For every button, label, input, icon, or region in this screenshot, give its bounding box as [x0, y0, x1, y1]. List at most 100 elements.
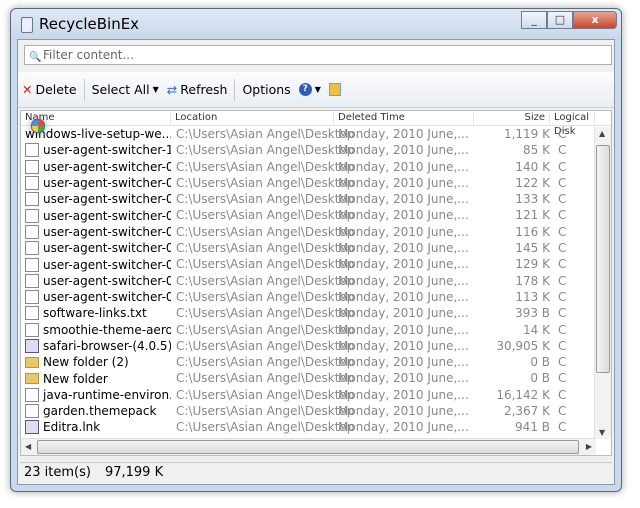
cell-location: C:\Users\Asian Angel\Desktop: [176, 224, 355, 239]
column-location[interactable]: Location: [171, 111, 334, 125]
cell-disk: C: [558, 159, 567, 174]
help-icon: ?: [298, 83, 312, 96]
cell-deleted-time: Monday, 2010 June,...: [338, 404, 469, 419]
cell-size: 113 K: [515, 289, 550, 304]
cell-location: C:\Users\Asian Angel\Desktop: [176, 338, 355, 353]
select-all-button[interactable]: Select All ▼: [88, 82, 163, 97]
cell-deleted-time: Monday, 2010 June,...: [338, 224, 469, 239]
table-row[interactable]: user-agent-switcher-0... C:\Users\Asian …: [21, 191, 611, 207]
table-row[interactable]: user-agent-switcher-0... C:\Users\Asian …: [21, 224, 611, 240]
table-row[interactable]: user-agent-switcher-0... C:\Users\Asian …: [21, 256, 611, 272]
close-button[interactable]: x: [573, 11, 617, 29]
table-row[interactable]: user-agent-switcher-0... C:\Users\Asian …: [21, 159, 611, 175]
cell-name: user-agent-switcher-0...: [21, 256, 171, 272]
cell-location: C:\Users\Asian Angel\Desktop: [176, 241, 355, 256]
file-icon: [25, 404, 39, 419]
cell-disk: C: [558, 420, 567, 435]
separator: [234, 78, 236, 101]
cell-name: software-links.txt: [21, 305, 171, 321]
cell-deleted-time: Monday, 2010 June,...: [338, 241, 469, 256]
cell-location: C:\Users\Asian Angel\Desktop: [176, 192, 355, 207]
item-count: 23 item(s): [24, 465, 91, 480]
file-name: smoothie-theme-aero-...: [43, 322, 171, 337]
table-row[interactable]: user-agent-switcher-0... C:\Users\Asian …: [21, 240, 611, 256]
cell-location: C:\Users\Asian Angel\Desktop: [176, 420, 355, 435]
cell-size: 2,367 K: [503, 404, 550, 419]
cell-location: C:\Users\Asian Angel\Desktop: [176, 159, 355, 174]
cell-size: 178 K: [515, 273, 550, 288]
column-logical-disk[interactable]: Logical Disk: [550, 111, 595, 137]
table-row[interactable]: user-agent-switcher-0... C:\Users\Asian …: [21, 289, 611, 305]
file-icon: [25, 387, 39, 402]
table-row[interactable]: New folder (2) C:\Users\Asian Angel\Desk…: [21, 354, 611, 370]
help-button[interactable]: ? ▼: [295, 83, 325, 96]
cell-deleted-time: Monday, 2010 June,...: [338, 338, 469, 353]
column-size[interactable]: Size: [474, 111, 550, 125]
table-row[interactable]: java-runtime-environ... C:\Users\Asian A…: [21, 387, 611, 403]
table-row[interactable]: smoothie-theme-aero-... C:\Users\Asian A…: [21, 322, 611, 338]
cell-deleted-time: Monday, 2010 June,...: [338, 143, 469, 158]
cell-location: C:\Users\Asian Angel\Desktop: [176, 404, 355, 419]
table-row[interactable]: safari-browser-(4.0.5).... C:\Users\Asia…: [21, 338, 611, 354]
file-icon: [25, 322, 39, 337]
table-row[interactable]: software-links.txt C:\Users\Asian Angel\…: [21, 305, 611, 321]
column-deleted-time[interactable]: Deleted Time: [334, 111, 474, 125]
cell-disk: C: [558, 371, 567, 386]
cell-name: windows-live-setup-we...: [21, 119, 171, 142]
cell-name: user-agent-switcher-0...: [21, 175, 171, 191]
cell-name: user-agent-switcher-0...: [21, 224, 171, 240]
scroll-right-icon[interactable]: ▶: [586, 442, 592, 451]
file-name: user-agent-switcher-0...: [43, 176, 171, 191]
cell-location: C:\Users\Asian Angel\Desktop: [176, 257, 355, 272]
table-row[interactable]: user-agent-switcher-0... C:\Users\Asian …: [21, 207, 611, 223]
minimize-button[interactable]: _: [521, 11, 547, 29]
options-button[interactable]: Options: [238, 82, 294, 97]
cell-disk: C: [558, 338, 567, 353]
cell-name: Editra.lnk: [21, 419, 171, 435]
cell-size: 129 K: [515, 257, 550, 272]
table-row[interactable]: user-agent-switcher-0... C:\Users\Asian …: [21, 273, 611, 289]
cell-name: user-agent-switcher-0...: [21, 240, 171, 256]
file-icon: [25, 257, 39, 272]
vertical-scrollbar[interactable]: ▲ ▼: [594, 127, 611, 439]
options-label: Options: [242, 82, 291, 97]
cell-name: user-agent-switcher-0...: [21, 191, 171, 207]
table-row[interactable]: user-agent-switcher-1... C:\Users\Asian …: [21, 142, 611, 158]
cell-location: C:\Users\Asian Angel\Desktop: [176, 322, 355, 337]
cell-name: New folder (2): [21, 354, 171, 370]
cell-disk: C: [558, 192, 567, 207]
cell-deleted-time: Monday, 2010 June,...: [338, 192, 469, 207]
horizontal-scroll-thumb[interactable]: [37, 440, 579, 454]
scroll-up-icon[interactable]: ▲: [599, 129, 605, 138]
refresh-button[interactable]: ⇄ Refresh: [163, 82, 232, 97]
cell-size: 85 K: [523, 143, 550, 158]
file-icon: [25, 208, 39, 223]
table-row[interactable]: New folder C:\Users\Asian Angel\Desktop …: [21, 370, 611, 386]
delete-button[interactable]: ✕ Delete: [18, 82, 81, 97]
about-button[interactable]: [325, 83, 345, 96]
cell-size: 1,119 K: [503, 127, 550, 141]
scroll-down-icon[interactable]: ▼: [599, 428, 605, 437]
table-row[interactable]: windows-live-setup-we... C:\Users\Asian …: [21, 119, 611, 142]
cell-deleted-time: Monday, 2010 June,...: [338, 289, 469, 304]
cell-disk: C: [558, 306, 567, 321]
vertical-scroll-thumb[interactable]: [596, 145, 610, 373]
cell-size: 14 K: [523, 322, 550, 337]
horizontal-scrollbar[interactable]: ◀ ▶: [21, 438, 596, 455]
cell-name: user-agent-switcher-1...: [21, 142, 171, 158]
cell-name: garden.themepack: [21, 403, 171, 419]
file-icon: [25, 290, 39, 305]
table-row[interactable]: user-agent-switcher-0... C:\Users\Asian …: [21, 175, 611, 191]
toolbar: ✕ Delete Select All ▼ ⇄ Refresh Options ? ▼: [18, 72, 614, 108]
maximize-button[interactable]: □: [547, 11, 573, 29]
filter-input[interactable]: 🔍 Filter content...: [24, 45, 612, 65]
cell-deleted-time: Monday, 2010 June,...: [338, 159, 469, 174]
dropdown-arrow-icon: ▼: [314, 85, 321, 94]
table-row[interactable]: Editra.lnk C:\Users\Asian Angel\Desktop …: [21, 419, 611, 435]
table-row[interactable]: garden.themepack C:\Users\Asian Angel\De…: [21, 403, 611, 419]
cell-deleted-time: Monday, 2010 June,...: [338, 322, 469, 337]
file-icon: [25, 339, 39, 353]
cell-disk: C: [558, 257, 567, 272]
scroll-left-icon[interactable]: ◀: [25, 442, 31, 451]
file-icon: [25, 143, 39, 158]
